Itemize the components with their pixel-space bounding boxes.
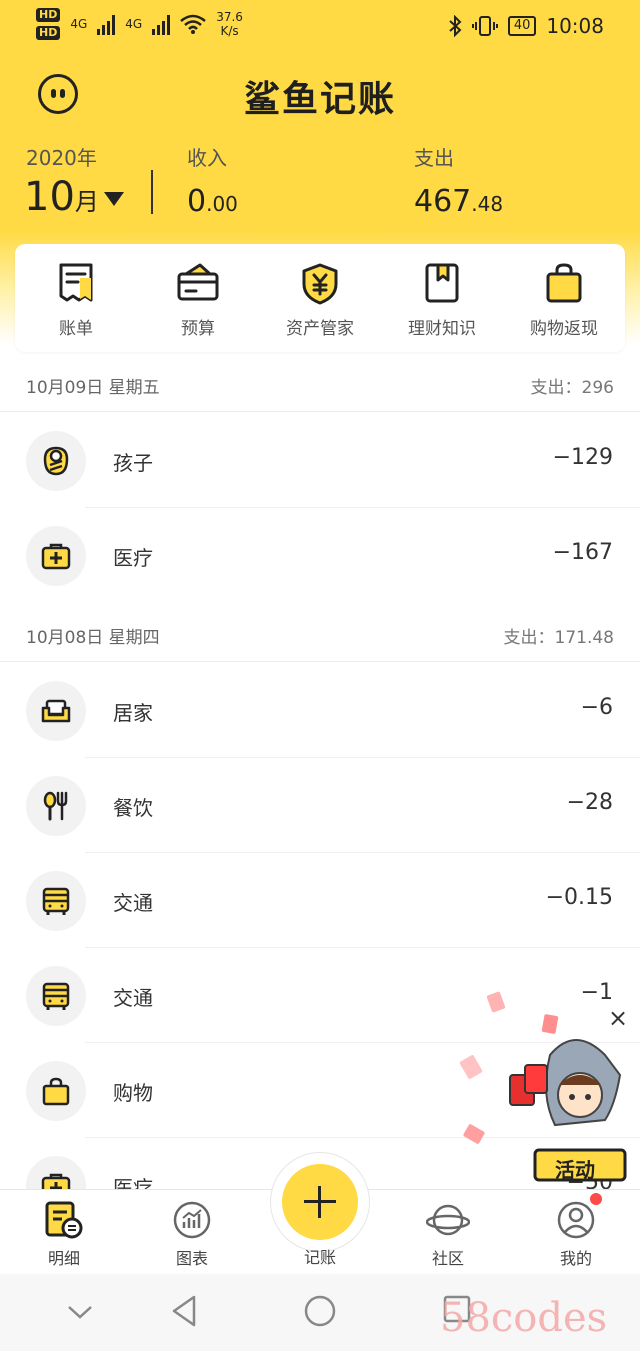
category-label: 餐饮 (113, 796, 153, 820)
shopping-bag-icon (546, 263, 582, 303)
category-label: 医疗 (113, 546, 153, 570)
quick-menu: 账单 预算 资产管家 理财知识 购物返现 (15, 244, 625, 352)
transaction-row[interactable]: 孩子 −129 (0, 413, 640, 508)
category-label: 交通 (113, 986, 153, 1010)
network-type: 4G (70, 17, 88, 31)
expense-integer: 467 (414, 184, 472, 219)
quick-item-finance[interactable]: 理财知识 (381, 244, 503, 352)
year-label: 2020年 (26, 146, 97, 170)
caret-down-icon[interactable] (104, 192, 124, 206)
expense-label: 支出 (414, 146, 454, 170)
income-integer: 0 (187, 184, 207, 219)
signal-icon (97, 13, 116, 35)
quick-label: 资产管家 (286, 319, 354, 339)
nav-label: 社区 (431, 1249, 464, 1268)
category-label: 居家 (113, 701, 153, 725)
expense-decimal: .48 (471, 192, 504, 216)
network-type: 4G (125, 17, 143, 31)
income-label: 收入 (187, 146, 227, 170)
nav-label: 明细 (47, 1249, 80, 1268)
user-icon (557, 1201, 595, 1239)
bus-icon (42, 982, 70, 1010)
bill-icon (59, 263, 93, 302)
day-header: 10月09日 星期五 支出：296 (0, 358, 640, 412)
hd-indicator: HD (36, 26, 61, 40)
bus-icon (42, 887, 70, 915)
quick-item-budget[interactable]: 预算 (137, 244, 259, 352)
budget-icon (177, 263, 219, 301)
quick-item-asset[interactable]: 资产管家 (259, 244, 381, 352)
expense-value: 467.48 (414, 184, 503, 219)
sofa-icon (41, 699, 71, 723)
network-speed: 37.6 (216, 10, 243, 24)
notification-dot (590, 1193, 602, 1205)
add-label: 记账 (303, 1248, 336, 1267)
month-unit: 月 (74, 188, 99, 216)
amount: −6 (580, 695, 613, 720)
transaction-row[interactable]: 餐饮 −28 (0, 758, 640, 853)
vibrate-icon (471, 16, 498, 36)
category-label: 购物 (113, 1081, 153, 1105)
divider (151, 170, 153, 214)
home-icon[interactable] (303, 1294, 337, 1328)
amount: −0.15 (545, 885, 613, 910)
income-value: 0.00 (187, 184, 238, 219)
close-icon[interactable]: × (608, 1004, 628, 1032)
nav-label: 我的 (559, 1249, 592, 1268)
status-bar: HD HD 4G 4G 37.6 K/s 40 10:08 (0, 0, 640, 56)
wifi-icon (180, 14, 207, 34)
month-summary: 2020年 10月 收入 0.00 支出 467.48 (0, 138, 640, 228)
medical-kit-icon (41, 543, 71, 570)
tab-detail[interactable]: 明细 (14, 1190, 114, 1275)
nav-label: 图表 (175, 1249, 208, 1268)
transaction-row[interactable]: 医疗 −167 (0, 508, 640, 603)
shopping-bag-icon (42, 1077, 70, 1106)
spoon-fork-icon (43, 791, 68, 821)
category-label: 交通 (113, 891, 153, 915)
tab-mine[interactable]: 我的 (526, 1190, 626, 1275)
chevron-down-icon[interactable] (66, 1302, 94, 1322)
income-decimal: .00 (206, 192, 238, 216)
day-total: 支出：171.48 (503, 628, 614, 648)
transaction-row[interactable]: 居家 −6 (0, 663, 640, 758)
book-icon (425, 263, 459, 303)
chart-icon (173, 1201, 211, 1239)
tab-chart[interactable]: 图表 (142, 1190, 242, 1275)
quick-label: 账单 (59, 319, 93, 339)
planet-icon (426, 1204, 470, 1236)
app-header: 鲨鱼记账 (0, 60, 640, 130)
day-date: 10月08日 星期四 (26, 628, 160, 648)
month-number: 10 (24, 174, 75, 220)
transaction-row[interactable]: 交通 −0.15 (0, 853, 640, 948)
battery-icon: 40 (507, 16, 537, 36)
network-speed-unit: K/s (220, 24, 239, 38)
quick-item-bill[interactable]: 账单 (15, 244, 137, 352)
tab-community[interactable]: 社区 (398, 1190, 498, 1275)
amount: −167 (552, 540, 613, 565)
category-label: 孩子 (113, 451, 153, 475)
signal-icon (152, 13, 171, 35)
detail-icon (45, 1201, 83, 1239)
day-header: 10月08日 星期四 支出：171.48 (0, 608, 640, 662)
day-date: 10月09日 星期五 (26, 378, 160, 398)
asset-shield-icon (302, 263, 338, 305)
add-record-button[interactable] (282, 1164, 358, 1240)
app-title: 鲨鱼记账 (243, 79, 396, 120)
clock: 10:08 (546, 14, 604, 38)
quick-label: 购物返现 (530, 319, 598, 339)
quick-item-cashback[interactable]: 购物返现 (503, 244, 625, 352)
bluetooth-icon (449, 15, 462, 37)
activity-label: 活动 (555, 1158, 595, 1182)
back-icon[interactable] (170, 1294, 198, 1328)
day-total: 支出：296 (530, 378, 614, 398)
quick-label: 预算 (181, 319, 215, 339)
amount: −129 (552, 445, 613, 470)
amount: −28 (566, 790, 613, 815)
baby-icon (43, 446, 69, 476)
hd-indicator: HD (36, 8, 61, 22)
quick-label: 理财知识 (408, 319, 476, 339)
watermark: 58codes (440, 1295, 608, 1341)
month-selector[interactable]: 10月 (24, 174, 99, 220)
